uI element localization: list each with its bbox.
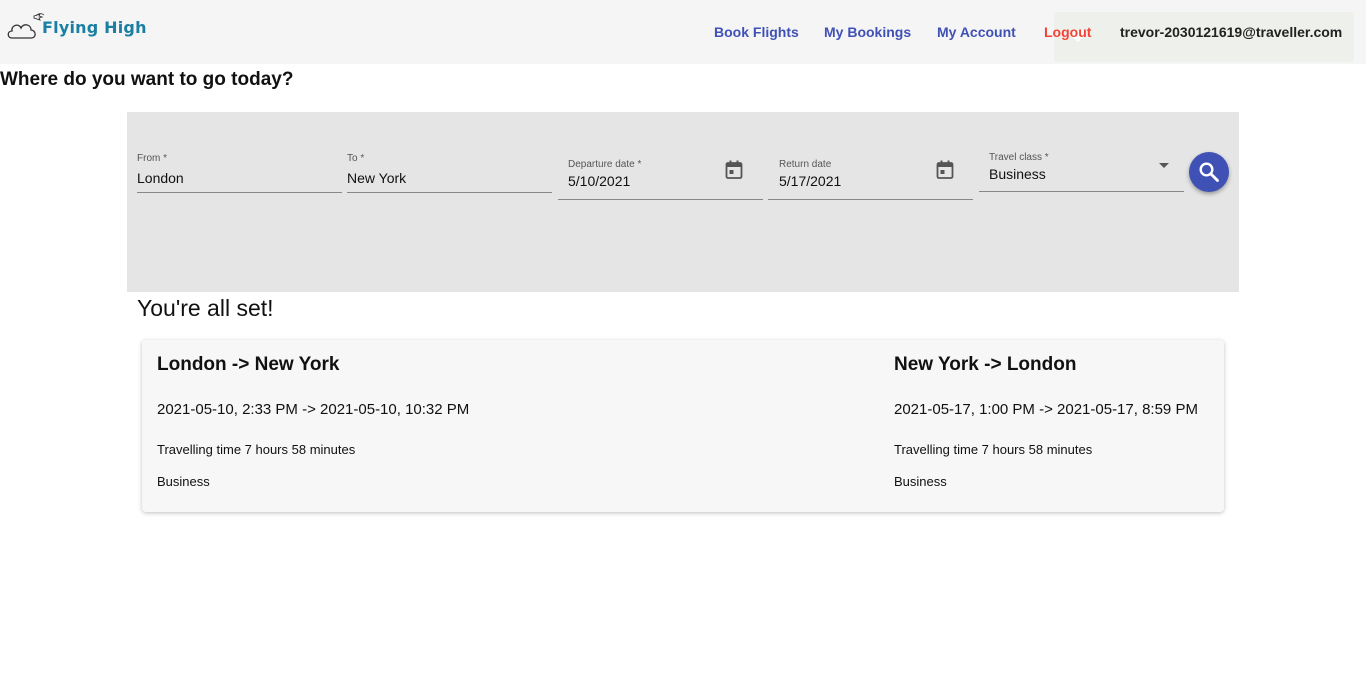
from-label: From * [137,153,167,164]
return-duration: Travelling time 7 hours 58 minutes [894,442,1093,457]
from-underline [137,192,342,193]
departure-date-underline [558,199,763,200]
to-field[interactable]: To * New York [347,150,552,194]
outbound-times: 2021-05-10, 2:33 PM -> 2021-05-10, 10:32… [157,401,470,418]
return-class: Business [894,474,947,489]
to-label: To * [347,153,365,164]
search-icon [1199,162,1219,182]
return-date-label: Return date [779,159,832,170]
from-field[interactable]: From * London [137,150,342,194]
top-app-bar: Flying High Book Flights My Bookings My … [0,0,1366,64]
page-title: Where do you want to go today? [0,69,294,90]
travel-class-underline [979,191,1184,192]
departure-date-field[interactable]: Departure date * 5/10/2021 [558,156,763,202]
travel-class-label: Travel class * [989,152,1049,163]
travel-class-value[interactable]: Business [989,166,1046,182]
dropdown-arrow-icon[interactable] [1158,162,1170,169]
brand-name: Flying High [42,18,147,37]
return-date-value[interactable]: 5/17/2021 [779,173,841,189]
flight-search-panel [127,112,1239,292]
travel-class-select[interactable]: Travel class * Business [979,149,1184,193]
user-email: trevor-2030121619@traveller.com [1120,24,1343,40]
booking-summary-card: London -> New York 2021-05-10, 2:33 PM -… [142,340,1224,512]
return-date-underline [768,199,973,200]
nav-book-flights[interactable]: Book Flights [714,24,799,40]
return-date-field[interactable]: Return date 5/17/2021 [768,156,973,202]
nav-my-account[interactable]: My Account [937,24,1016,40]
from-value[interactable]: London [137,170,184,186]
outbound-class: Business [157,474,210,489]
outbound-duration: Travelling time 7 hours 58 minutes [157,442,356,457]
nav-logout[interactable]: Logout [1044,24,1091,40]
departure-date-value[interactable]: 5/10/2021 [568,173,630,189]
calendar-icon[interactable] [936,160,954,180]
nav-my-bookings[interactable]: My Bookings [824,24,911,40]
return-times: 2021-05-17, 1:00 PM -> 2021-05-17, 8:59 … [894,401,1198,418]
outbound-route: London -> New York [157,354,340,375]
return-route: New York -> London [894,354,1077,375]
calendar-icon[interactable] [725,160,743,180]
search-button[interactable] [1189,152,1229,192]
departure-date-label: Departure date * [568,159,642,170]
to-value[interactable]: New York [347,170,406,186]
brand-logo[interactable]: Flying High [6,12,146,46]
cloud-plane-logo-icon [7,13,45,39]
confirmation-title: You're all set! [137,295,274,321]
to-underline [347,192,552,193]
